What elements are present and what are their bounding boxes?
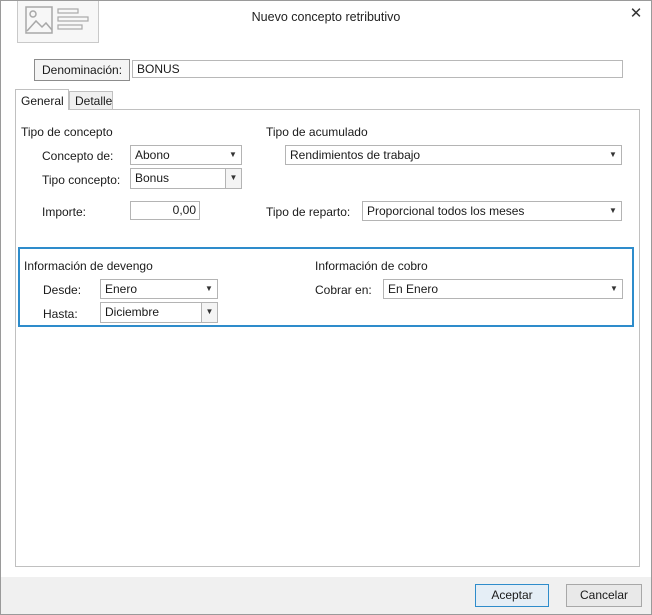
devengo-heading: Información de devengo <box>24 259 153 273</box>
hasta-value: Diciembre <box>105 305 160 319</box>
devengo-cobro-group: Información de devengo Desde: Enero ▼ Ha… <box>18 247 634 327</box>
dialog-title: Nuevo concepto retributivo <box>251 10 401 24</box>
dialog-window: Nuevo concepto retributivo ✕ Denominació… <box>0 0 652 615</box>
cobro-heading: Información de cobro <box>315 259 428 273</box>
chevron-down-icon: ▼ <box>609 150 617 159</box>
cobrar-en-value: En Enero <box>388 282 439 296</box>
concepto-de-label: Concepto de: <box>42 149 114 163</box>
chevron-down-icon: ▼ <box>229 150 237 159</box>
close-icon[interactable]: ✕ <box>627 5 645 23</box>
tipo-concepto-heading: Tipo de concepto <box>21 125 113 139</box>
cancel-button[interactable]: Cancelar <box>566 584 642 607</box>
tipo-acumulado-select[interactable]: Rendimientos de trabajo ▼ <box>285 145 622 165</box>
tipo-concepto-label: Tipo concepto: <box>42 173 121 187</box>
importe-label: Importe: <box>42 205 87 219</box>
dialog-header: Nuevo concepto retributivo ✕ <box>1 1 651 49</box>
concepto-de-select[interactable]: Abono ▼ <box>130 145 242 165</box>
hasta-label: Hasta: <box>43 307 78 321</box>
tipo-acumulado-heading: Tipo de acumulado <box>266 125 368 139</box>
chevron-down-icon: ▼ <box>225 169 241 188</box>
tab-general[interactable]: General <box>15 89 69 110</box>
accept-button[interactable]: Aceptar <box>475 584 549 607</box>
tipo-reparto-value: Proporcional todos los meses <box>367 204 525 218</box>
cobrar-en-label: Cobrar en: <box>315 283 372 297</box>
tipo-acumulado-value: Rendimientos de trabajo <box>290 148 421 162</box>
desde-value: Enero <box>105 282 138 296</box>
tab-detalle[interactable]: Detalle <box>69 91 113 111</box>
chevron-down-icon: ▼ <box>201 303 217 322</box>
denominacion-input[interactable]: BONUS <box>132 60 623 78</box>
denominacion-label: Denominación: <box>34 59 131 81</box>
dialog-footer: Aceptar Cancelar <box>1 577 651 614</box>
chevron-down-icon: ▼ <box>610 284 618 293</box>
importe-input[interactable]: 0,00 <box>130 201 200 220</box>
cobrar-en-select[interactable]: En Enero ▼ <box>383 279 623 299</box>
tipo-reparto-select[interactable]: Proporcional todos los meses ▼ <box>362 201 622 221</box>
desde-select[interactable]: Enero ▼ <box>100 279 218 299</box>
tipo-concepto-value: Bonus <box>135 171 170 185</box>
concepto-de-value: Abono <box>135 148 170 162</box>
chevron-down-icon: ▼ <box>205 284 213 293</box>
hasta-select[interactable]: Diciembre ▼ <box>100 302 218 323</box>
desde-label: Desde: <box>43 283 82 297</box>
tipo-reparto-label: Tipo de reparto: <box>266 205 351 219</box>
general-panel: Tipo de concepto Concepto de: Abono ▼ Ti… <box>15 109 640 567</box>
chevron-down-icon: ▼ <box>609 206 617 215</box>
tipo-concepto-select[interactable]: Bonus ▼ <box>130 168 242 189</box>
